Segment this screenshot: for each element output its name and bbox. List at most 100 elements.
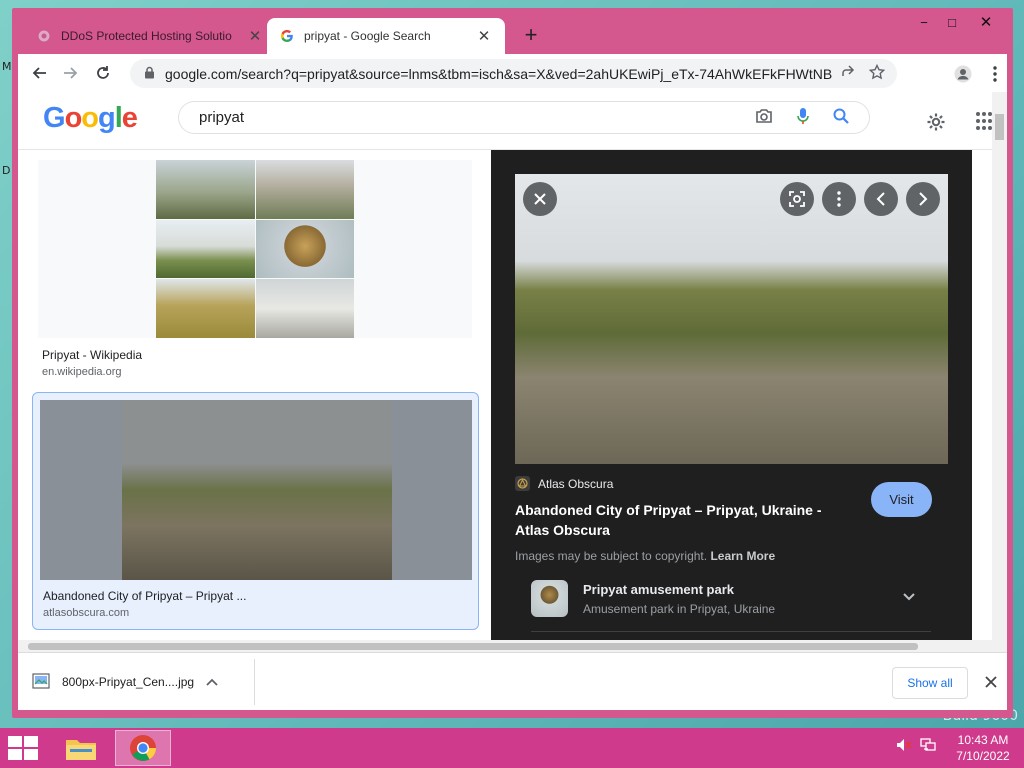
logo-letter: l [114,102,123,134]
close-icon [534,193,546,205]
download-item[interactable]: 800px-Pripyat_Cen....jpg [32,669,252,695]
result-source: en.wikipedia.org [42,366,122,378]
chrome-icon[interactable] [115,730,171,766]
preview-image[interactable] [515,174,948,464]
page-scrollbar-thumb[interactable] [995,114,1004,140]
close-tab-icon[interactable]: ✕ [475,27,493,45]
url-text: google.com/search?q=pripyat&source=lnms&… [165,65,832,82]
back-button[interactable] [26,60,52,86]
result-thumbnail[interactable] [40,400,472,580]
browser-menu-button[interactable] [983,62,1007,86]
pripyat-photo [122,400,392,580]
close-tab-icon[interactable]: ✕ [246,27,264,45]
close-preview-button[interactable] [523,182,557,216]
reload-button[interactable] [90,60,116,86]
preview-more-button[interactable] [822,182,856,216]
chevron-up-icon[interactable] [206,675,218,689]
address-bar[interactable]: google.com/search?q=pripyat&source=lnms&… [130,59,897,88]
horizontal-scrollbar[interactable] [18,640,992,652]
close-window-button[interactable]: ✕ [972,14,1000,32]
desktop-edge-mark: M [2,60,12,73]
file-explorer-icon[interactable] [53,730,109,766]
logo-letter: g [98,102,116,134]
related-subtitle: Amusement park in Pripyat, Ukraine [583,602,776,616]
microphone-icon[interactable] [797,107,809,129]
collage-photo [255,279,354,338]
maximize-button[interactable]: □ [938,14,966,32]
tab-ddos-hosting[interactable]: DDoS Protected Hosting Solutio ✕ [24,18,276,54]
forward-arrow-icon [64,67,78,79]
forward-button[interactable] [58,60,84,86]
image-file-icon [32,672,50,693]
collage-photo [255,160,354,219]
logo-letter: o [81,102,99,134]
browser-window: DDoS Protected Hosting Solutio ✕ pripyat… [12,8,1013,718]
speaker-muted-icon[interactable] [896,738,912,755]
tab-title: pripyat - Google Search [304,29,431,43]
google-logo[interactable]: Google [43,102,138,135]
bookmark-star-icon[interactable] [868,63,886,83]
collage-photo [156,219,255,279]
camera-search-icon[interactable] [755,108,773,128]
network-icon[interactable] [920,738,936,755]
atlas-obscura-logo-icon [515,476,530,491]
related-title: Pripyat amusement park [583,582,735,597]
source-site[interactable]: Atlas Obscura [515,476,613,491]
share-icon[interactable] [840,64,855,83]
result-card-atlas-obscura[interactable]: Abandoned City of Pripyat – Pripyat ... … [32,392,479,630]
image-preview-panel: Atlas Obscura Abandoned City of Pripyat … [491,150,972,652]
related-thumbnail [531,580,568,617]
learn-more-link[interactable]: Learn More [710,549,775,563]
new-tab-button[interactable]: + [517,22,545,50]
back-arrow-icon [32,67,46,79]
taskbar-clock[interactable]: 10:43 AM 7/10/2022 [950,732,1016,764]
tab-google-search[interactable]: pripyat - Google Search ✕ [267,18,505,54]
collage-photo [156,279,255,338]
lens-icon [789,191,805,207]
search-box[interactable]: pripyat [178,101,870,134]
kebab-menu-icon [837,191,841,207]
source-site-name: Atlas Obscura [538,476,614,491]
page-viewport: Google pripyat Pripyat - Wikipedia en.wi… [18,92,1007,652]
profile-button[interactable] [951,62,975,86]
result-title[interactable]: Abandoned City of Pripyat – Pripyat ... [43,589,246,603]
image-collage [156,160,354,338]
search-query[interactable]: pripyat [199,109,755,126]
result-card-wikipedia[interactable]: Pripyat - Wikipedia en.wikipedia.org [32,160,479,380]
settings-gear-icon[interactable] [926,112,946,137]
google-header: Google pripyat [18,92,992,150]
related-entity-row[interactable]: Pripyat amusement park Amusement park in… [531,580,931,632]
downloads-bar: 800px-Pripyat_Cen....jpg Show all [18,652,1007,710]
tab-title: DDoS Protected Hosting Solutio [61,29,232,43]
close-downloads-bar-icon[interactable] [980,671,1002,693]
chevron-left-icon [876,192,885,206]
minimize-button[interactable]: − [910,14,938,32]
collage-photo [255,219,354,279]
chevron-down-icon[interactable] [903,588,915,604]
desktop-edge-mark: D [2,164,11,177]
result-title[interactable]: Pripyat - Wikipedia [42,348,142,362]
result-source: atlasobscura.com [43,607,130,619]
next-image-button[interactable] [906,182,940,216]
result-thumbnail[interactable] [38,160,472,338]
windows-taskbar: 10:43 AM 7/10/2022 [0,728,1024,768]
browser-toolbar: google.com/search?q=pripyat&source=lnms&… [18,54,1007,92]
lock-icon [144,66,155,82]
apps-grid-icon[interactable] [976,112,992,135]
previous-image-button[interactable] [864,182,898,216]
search-icon[interactable] [833,108,849,128]
logo-letter: o [64,102,83,134]
show-all-button[interactable]: Show all [892,667,968,699]
copyright-notice: Images may be subject to copyright. Lear… [515,549,775,563]
visit-button[interactable]: Visit [871,482,932,517]
lens-search-button[interactable] [780,182,814,216]
windows-start-icon[interactable] [8,736,38,760]
page-scrollbar[interactable] [992,92,1007,652]
horizontal-scrollbar-thumb[interactable] [28,643,918,650]
logo-letter: G [43,102,66,134]
profile-avatar-icon [954,65,972,83]
download-filename: 800px-Pripyat_Cen....jpg [62,675,195,689]
system-tray [896,738,936,755]
clock-date: 7/10/2022 [956,749,1010,763]
preview-title[interactable]: Abandoned City of Pripyat – Pripyat, Ukr… [515,500,845,540]
